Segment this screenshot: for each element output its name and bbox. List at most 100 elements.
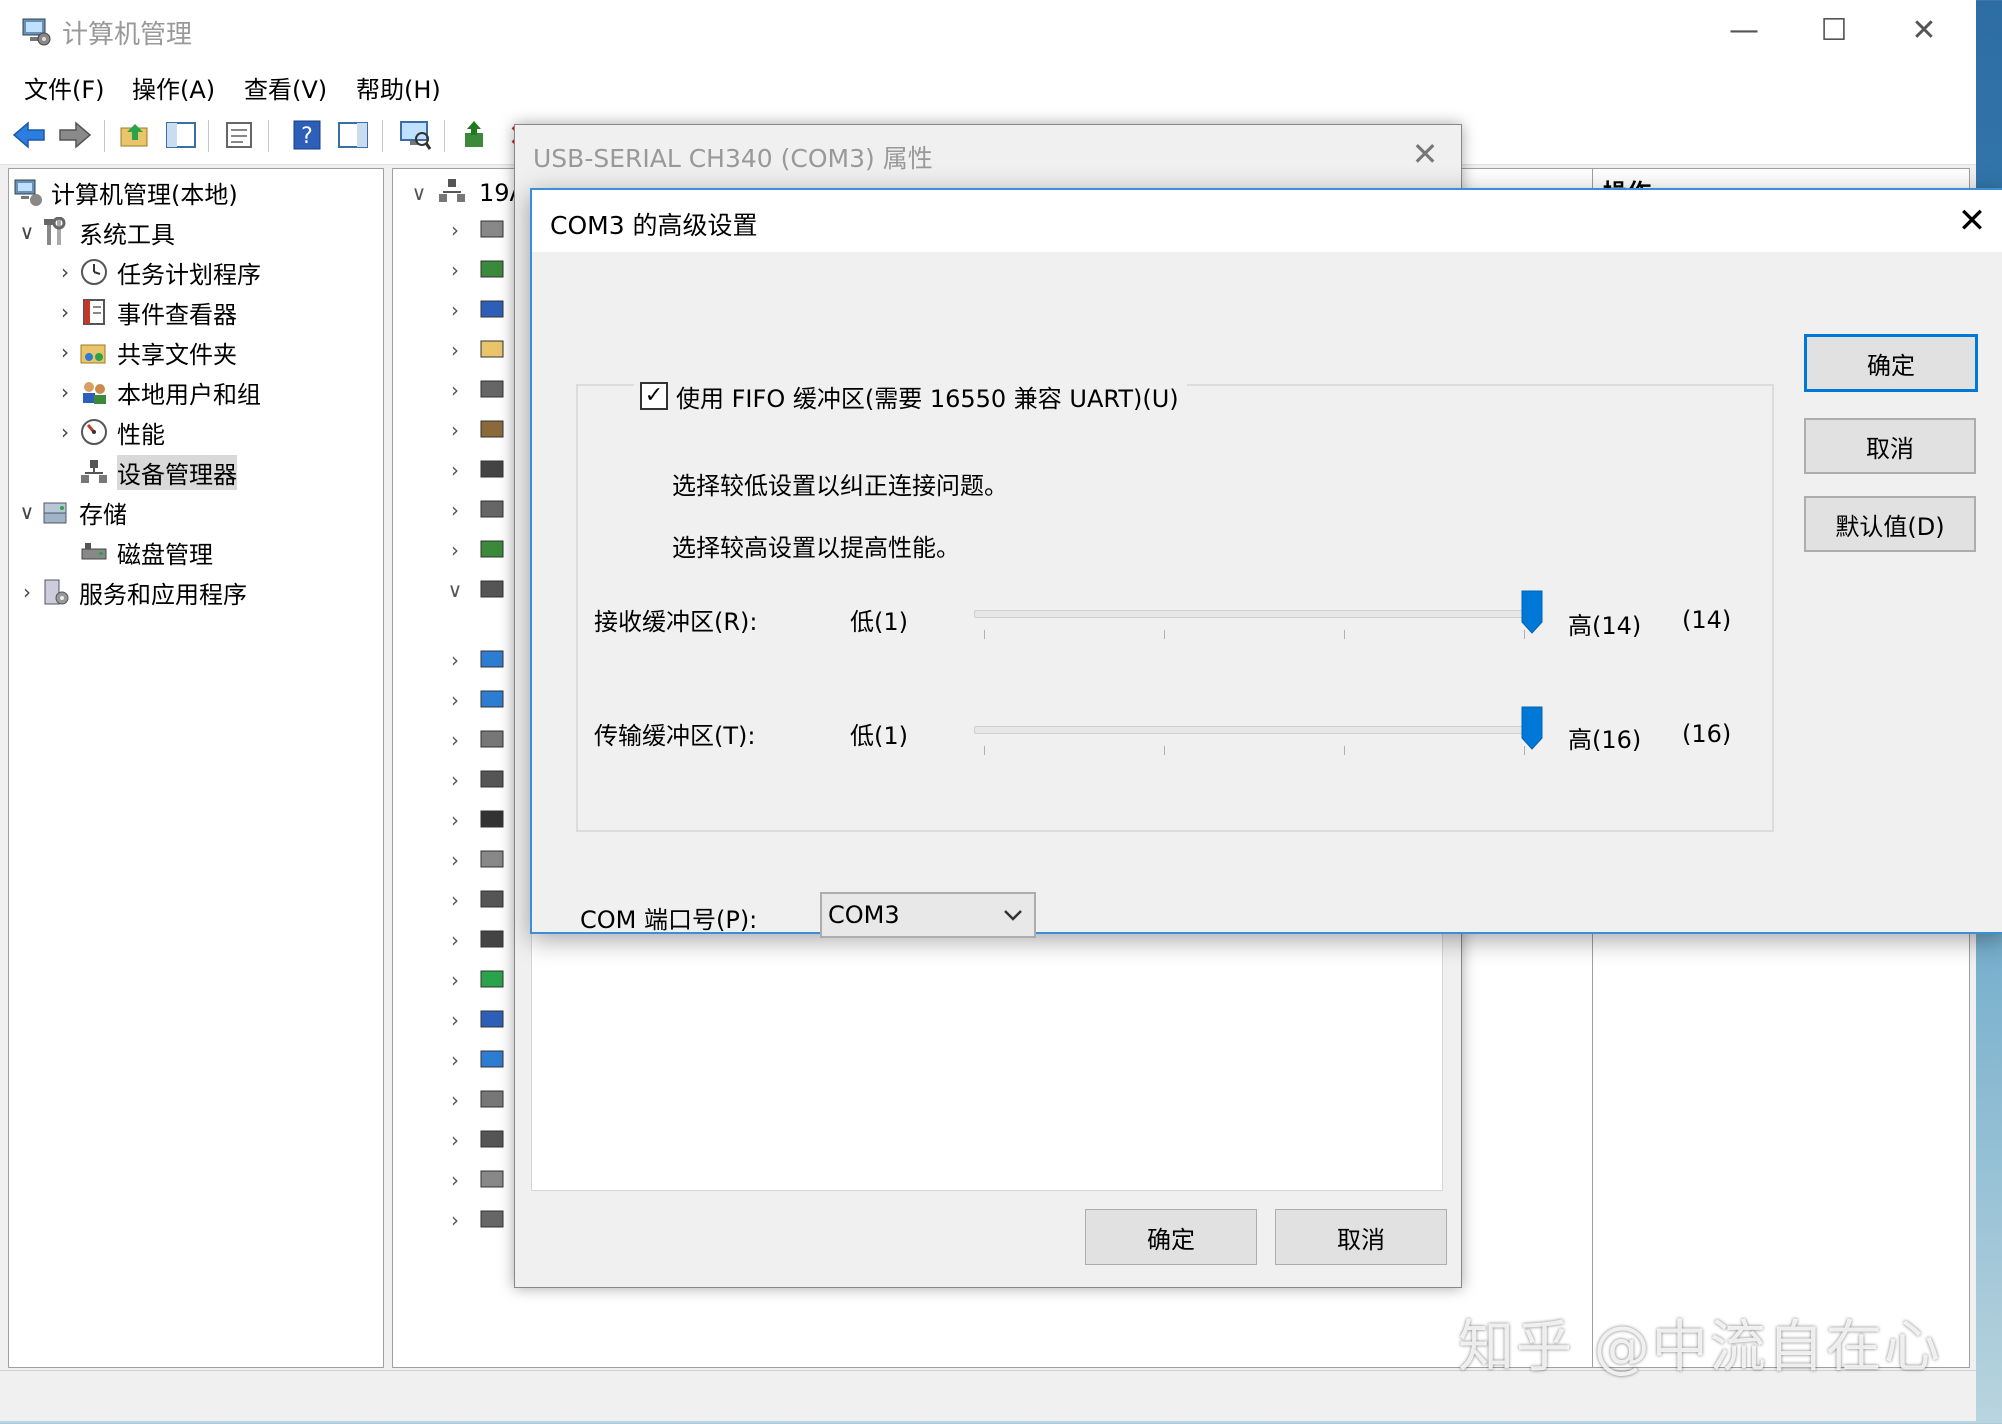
device-category-row[interactable]: › [441,1164,507,1196]
fifo-checkbox-row[interactable]: ✓ 使用 FIFO 缓冲区(需要 16550 兼容 UART)(U) [634,376,1187,416]
chevron-right-icon[interactable]: › [51,420,79,444]
up-folder-icon[interactable] [118,118,152,152]
chevron-right-icon[interactable]: › [441,1128,469,1152]
device-category-row[interactable]: › [441,414,507,446]
device-category-row[interactable]: › [441,924,507,956]
device-category-row[interactable]: › [441,1124,507,1156]
tree-item-event-viewer[interactable]: › 事件查看器 [51,293,237,331]
close-button[interactable]: ✕ [1880,6,1968,56]
menu-view[interactable]: 查看(V) [244,70,327,105]
tree-item-storage[interactable]: ∨ 存储 [13,493,127,531]
maximize-button[interactable]: ☐ [1790,6,1878,56]
com-port-select[interactable]: COM3 [820,892,1036,938]
device-category-row[interactable]: › [441,334,507,366]
advanced-dialog-title-bar[interactable]: COM3 的高级设置 ✕ [532,190,2002,252]
chevron-right-icon[interactable]: › [441,808,469,832]
tree-item-local-users[interactable]: › 本地用户和组 [51,373,261,411]
chevron-right-icon[interactable]: › [441,968,469,992]
chevron-right-icon[interactable]: › [441,1048,469,1072]
device-category-row[interactable]: › [441,964,507,996]
chevron-right-icon[interactable]: › [51,340,79,364]
chevron-right-icon[interactable]: › [441,378,469,402]
device-category-row[interactable]: › [441,684,507,716]
chevron-right-icon[interactable]: › [441,538,469,562]
menu-file[interactable]: 文件(F) [24,70,105,105]
chevron-right-icon[interactable]: › [441,258,469,282]
transmit-slider-thumb[interactable] [1521,706,1543,750]
title-bar[interactable]: 计算机管理 — ☐ ✕ [0,0,1976,62]
chevron-right-icon[interactable]: › [441,888,469,912]
device-category-row[interactable]: › [441,214,507,246]
chevron-right-icon[interactable]: › [441,928,469,952]
defaults-button[interactable]: 默认值(D) [1804,496,1976,552]
chevron-right-icon[interactable]: › [441,768,469,792]
show-hide-console-tree-icon[interactable] [164,118,198,152]
chevron-right-icon[interactable]: › [441,298,469,322]
device-category-row[interactable]: › [441,374,507,406]
menu-action[interactable]: 操作(A) [132,70,215,105]
chevron-right-icon[interactable]: › [51,300,79,324]
tree-item-performance[interactable]: › 性能 [51,413,165,451]
chevron-right-icon[interactable]: › [441,418,469,442]
transmit-buffer-slider[interactable] [974,702,1543,772]
tree-item-disk-management[interactable]: 磁盘管理 [51,533,213,571]
device-category-row[interactable]: › [441,294,507,326]
device-category-row[interactable]: › [441,494,507,526]
chevron-right-icon[interactable]: › [441,728,469,752]
receive-buffer-slider[interactable] [974,586,1543,656]
properties-cancel-button[interactable]: 取消 [1275,1209,1447,1265]
back-arrow-icon[interactable] [12,118,46,152]
forward-arrow-icon[interactable] [58,118,92,152]
chevron-right-icon[interactable]: › [441,648,469,672]
update-driver-icon[interactable] [458,118,492,152]
device-category-row[interactable]: › [441,844,507,876]
chevron-right-icon[interactable]: › [441,1168,469,1192]
minimize-button[interactable]: — [1700,6,1788,56]
advanced-ok-button[interactable]: 确定 [1804,334,1978,392]
scan-hardware-icon[interactable] [398,118,432,152]
tree-item-shared-folders[interactable]: › 共享文件夹 [51,333,237,371]
chevron-right-icon[interactable]: › [441,1208,469,1232]
receive-slider-thumb[interactable] [1521,590,1543,634]
device-category-row[interactable]: › [441,764,507,796]
device-category-row[interactable]: › [441,1084,507,1116]
advanced-close-button[interactable]: ✕ [1946,196,1998,246]
show-action-pane-icon[interactable] [336,118,370,152]
chevron-right-icon[interactable]: › [13,580,41,604]
properties-ok-button[interactable]: 确定 [1085,1209,1257,1265]
chevron-right-icon[interactable]: › [441,498,469,522]
fifo-checkbox[interactable]: ✓ [640,382,668,410]
properties-close-button[interactable]: ✕ [1399,129,1451,179]
chevron-right-icon[interactable]: › [441,688,469,712]
chevron-right-icon[interactable]: › [51,380,79,404]
device-category-row[interactable]: › [441,1004,507,1036]
chevron-right-icon[interactable]: › [441,848,469,872]
properties-icon[interactable] [222,118,256,152]
menu-help[interactable]: 帮助(H) [356,70,441,105]
chevron-down-icon[interactable]: ∨ [441,578,469,602]
chevron-right-icon[interactable]: › [441,1088,469,1112]
chevron-right-icon[interactable]: › [441,1008,469,1032]
tree-item-root[interactable]: 计算机管理(本地) [13,173,238,211]
device-category-row[interactable]: › [441,724,507,756]
device-category-row[interactable]: › [441,454,507,486]
chevron-down-icon[interactable]: ∨ [405,181,433,205]
device-root-node[interactable]: ∨ 19A [405,177,526,209]
chevron-down-icon[interactable]: ∨ [13,220,41,244]
device-category-row[interactable]: › [441,534,507,566]
help-icon[interactable]: ? [290,118,324,152]
device-category-row[interactable]: › [441,1204,507,1236]
device-category-row[interactable]: › [441,884,507,916]
device-category-row[interactable]: › [441,804,507,836]
chevron-right-icon[interactable]: › [51,260,79,284]
advanced-cancel-button[interactable]: 取消 [1804,418,1976,474]
device-category-row[interactable]: ∨ [441,574,507,606]
chevron-right-icon[interactable]: › [441,458,469,482]
chevron-right-icon[interactable]: › [441,218,469,242]
tree-item-task-scheduler[interactable]: › 任务计划程序 [51,253,261,291]
device-category-row[interactable]: › [441,644,507,676]
device-category-row[interactable]: › [441,1044,507,1076]
device-category-row[interactable]: › [441,254,507,286]
chevron-right-icon[interactable]: › [441,338,469,362]
chevron-down-icon[interactable]: ∨ [13,500,41,524]
